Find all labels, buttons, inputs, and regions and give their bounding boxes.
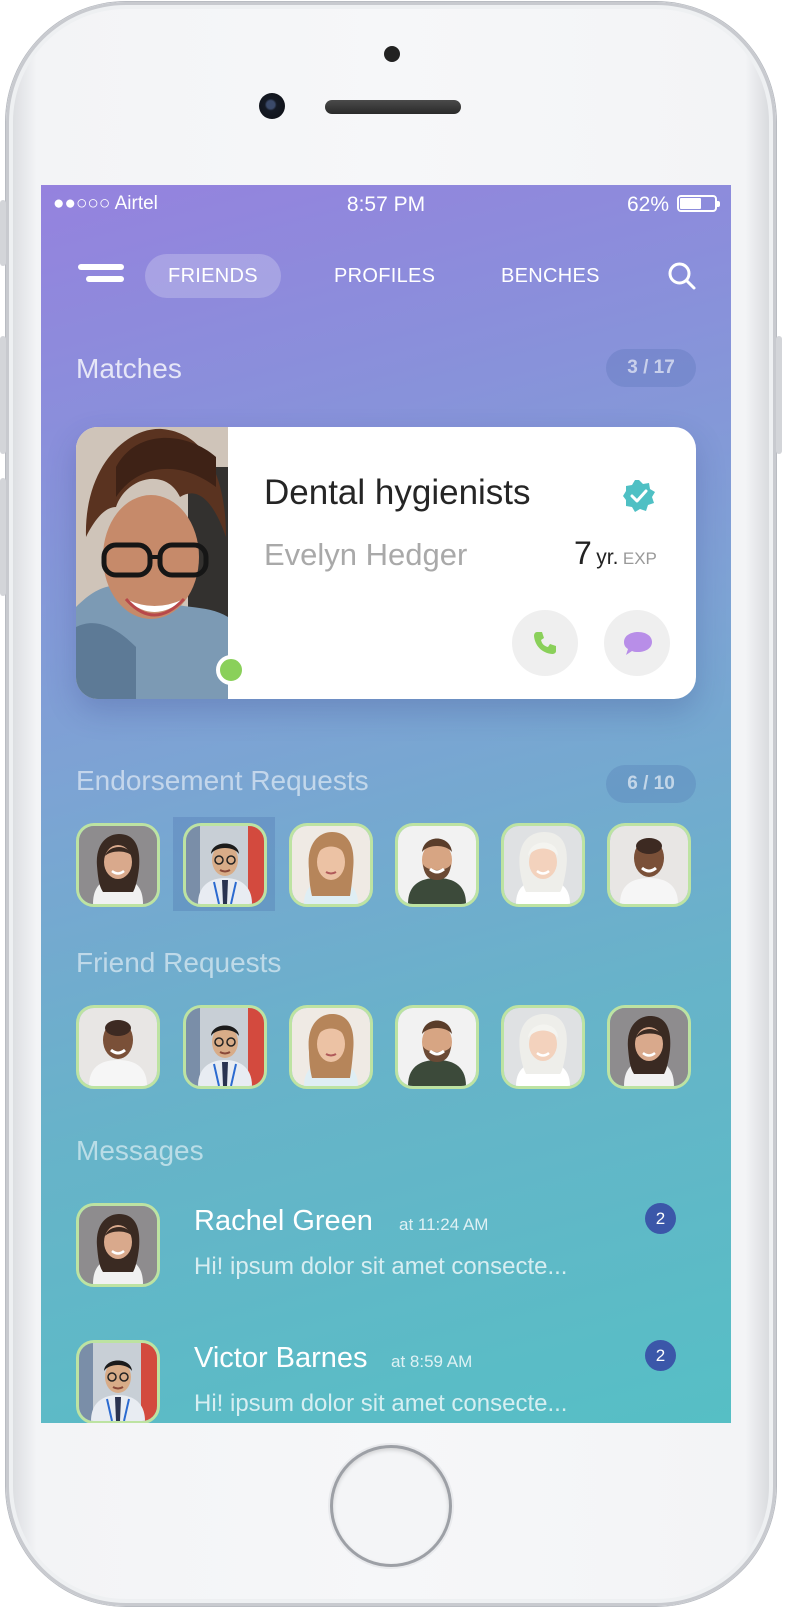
match-person-name: Evelyn Hedger	[264, 537, 468, 572]
friend-request-avatar[interactable]	[501, 1005, 585, 1089]
tab-benches[interactable]: BENCHES	[501, 254, 600, 298]
top-navigation: FRIENDS PROFILES BENCHES	[41, 253, 731, 299]
unread-badge: 2	[645, 1203, 676, 1234]
endorsement-avatar[interactable]	[607, 823, 691, 907]
app-screen: ●●○○○ Airtel 8:57 PM 62% FRIENDS PROFILE…	[41, 185, 731, 1423]
friend-request-avatar[interactable]	[289, 1005, 373, 1089]
experience-unit: yr.	[596, 546, 619, 569]
messages-title: Messages	[76, 1135, 204, 1166]
battery-icon	[677, 195, 720, 212]
friend-request-avatar[interactable]	[76, 1005, 160, 1089]
verified-badge-icon	[623, 480, 655, 512]
endorsement-avatar[interactable]	[76, 823, 160, 907]
chat-bubble-icon	[624, 632, 652, 655]
online-status-indicator	[216, 655, 246, 685]
message-time: at 11:24 AM	[399, 1215, 489, 1234]
endorsement-avatar[interactable]	[289, 823, 373, 907]
endorsements-title: Endorsement Requests	[76, 765, 369, 796]
match-title: Dental hygienists	[264, 473, 531, 512]
earpiece-speaker	[325, 100, 461, 114]
message-sender: Victor Barnes	[194, 1342, 368, 1374]
message-avatar	[76, 1340, 160, 1423]
match-photo	[76, 427, 228, 699]
message-time: at 8:59 AM	[391, 1352, 473, 1371]
message-button[interactable]	[604, 610, 670, 676]
endorsements-counter: 6 / 10	[606, 765, 696, 803]
proximity-sensor	[384, 46, 400, 62]
volume-up-button	[0, 336, 6, 454]
message-item[interactable]: Victor Barnes at 8:59 AM Hi! ipsum dolor…	[76, 1340, 696, 1423]
search-icon[interactable]	[667, 261, 697, 291]
match-card[interactable]: Dental hygienists Evelyn Hedger 7 yr. EX…	[76, 427, 696, 699]
power-button	[776, 336, 782, 454]
message-preview: Hi! ipsum dolor sit amet consecte...	[194, 1390, 568, 1417]
hamburger-icon[interactable]	[78, 264, 126, 288]
phone-icon	[534, 632, 556, 654]
mute-switch	[0, 200, 6, 266]
front-camera	[259, 93, 285, 119]
message-sender: Rachel Green	[194, 1205, 373, 1237]
message-preview: Hi! ipsum dolor sit amet consecte...	[194, 1253, 568, 1280]
unread-badge: 2	[645, 1340, 676, 1371]
friend-requests-title: Friend Requests	[76, 947, 282, 978]
call-button[interactable]	[512, 610, 578, 676]
tab-profiles[interactable]: PROFILES	[334, 254, 435, 298]
experience-label: EXP	[622, 549, 657, 568]
tab-friends[interactable]: FRIENDS	[145, 254, 281, 298]
matches-counter: 3 / 17	[606, 349, 696, 387]
matches-title: Matches	[76, 353, 182, 384]
home-button[interactable]	[333, 1448, 449, 1564]
status-bar: ●●○○○ Airtel 8:57 PM 62%	[41, 185, 731, 221]
message-avatar	[76, 1203, 160, 1287]
endorsement-avatar[interactable]	[501, 823, 585, 907]
friend-request-avatar[interactable]	[395, 1005, 479, 1089]
friend-request-avatar[interactable]	[183, 1005, 267, 1089]
experience: 7 yr. EXP	[574, 535, 657, 572]
endorsement-avatar[interactable]	[183, 823, 267, 907]
message-item[interactable]: Rachel Green at 11:24 AM Hi! ipsum dolor…	[76, 1203, 696, 1303]
endorsement-avatar[interactable]	[395, 823, 479, 907]
volume-down-button	[0, 478, 6, 596]
battery-percent: 62%	[626, 193, 669, 216]
friend-request-avatar[interactable]	[607, 1005, 691, 1089]
experience-years: 7	[574, 535, 592, 571]
